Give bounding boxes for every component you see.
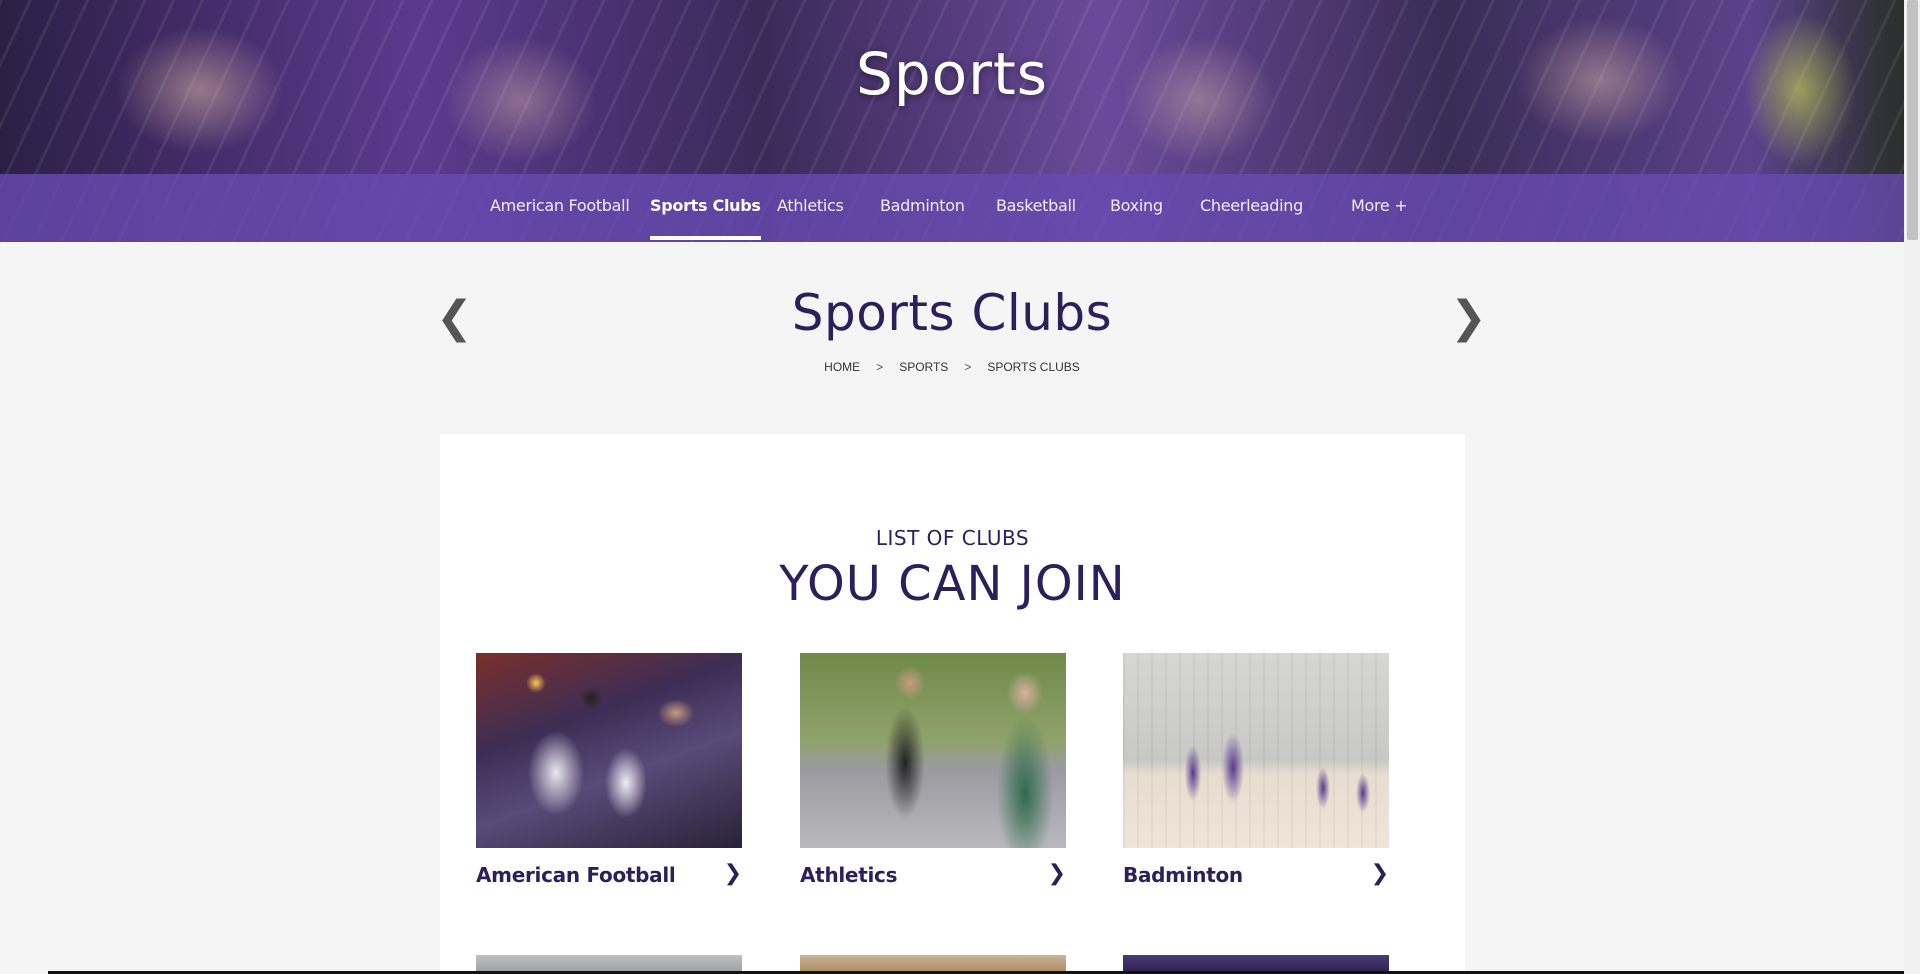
club-image[interactable] bbox=[1123, 653, 1389, 848]
scrollbar-thumb[interactable] bbox=[1907, 0, 1918, 240]
club-name[interactable]: Badminton bbox=[1123, 863, 1243, 887]
chevron-right-icon[interactable]: ❯ bbox=[1048, 861, 1066, 886]
chevron-right-icon[interactable]: ❯ bbox=[1371, 861, 1389, 886]
breadcrumb-home-link[interactable]: HOME bbox=[824, 360, 860, 374]
breadcrumb-current: SPORTS CLUBS bbox=[987, 360, 1080, 374]
hero-banner: Sports American Football Sports Clubs At… bbox=[0, 0, 1904, 242]
nav-more-button[interactable]: More + bbox=[1351, 174, 1408, 242]
nav-item-boxing[interactable]: Boxing bbox=[1110, 174, 1163, 242]
nav-item-badminton[interactable]: Badminton bbox=[880, 174, 965, 242]
page-title: Sports Clubs bbox=[791, 284, 1113, 342]
breadcrumb-sports-link[interactable]: SPORTS bbox=[899, 360, 948, 374]
club-card-athletics[interactable]: Athletics ❯ bbox=[800, 653, 1066, 887]
nav-item-basketball[interactable]: Basketball bbox=[996, 174, 1076, 242]
breadcrumb: HOME > SPORTS > SPORTS CLUBS bbox=[0, 360, 1904, 374]
breadcrumb-separator: > bbox=[876, 360, 884, 374]
club-image[interactable] bbox=[476, 653, 742, 848]
club-card-badminton[interactable]: Badminton ❯ bbox=[1123, 653, 1389, 887]
section-headline: YOU CAN JOIN bbox=[779, 556, 1126, 612]
club-card-american-football[interactable]: American Football ❯ bbox=[476, 653, 742, 887]
hero-title: Sports bbox=[856, 40, 1048, 108]
sports-nav-bar: American Football Sports Clubs Athletics… bbox=[0, 174, 1904, 242]
clubs-panel: LIST OF CLUBS YOU CAN JOIN American Foot… bbox=[440, 434, 1465, 974]
breadcrumb-separator: > bbox=[964, 360, 972, 374]
club-image[interactable] bbox=[800, 653, 1066, 848]
nav-item-sports-clubs[interactable]: Sports Clubs bbox=[650, 174, 761, 242]
club-name[interactable]: American Football bbox=[476, 863, 676, 887]
section-kicker: LIST OF CLUBS bbox=[875, 526, 1030, 550]
next-page-arrow-icon[interactable]: ❯ bbox=[1450, 296, 1487, 340]
club-name[interactable]: Athletics bbox=[800, 863, 897, 887]
nav-item-athletics[interactable]: Athletics bbox=[777, 174, 844, 242]
nav-item-american-football[interactable]: American Football bbox=[490, 174, 630, 242]
nav-item-cheerleading[interactable]: Cheerleading bbox=[1200, 174, 1303, 242]
page-scrollbar[interactable] bbox=[1904, 0, 1920, 974]
chevron-right-icon[interactable]: ❯ bbox=[724, 861, 742, 886]
